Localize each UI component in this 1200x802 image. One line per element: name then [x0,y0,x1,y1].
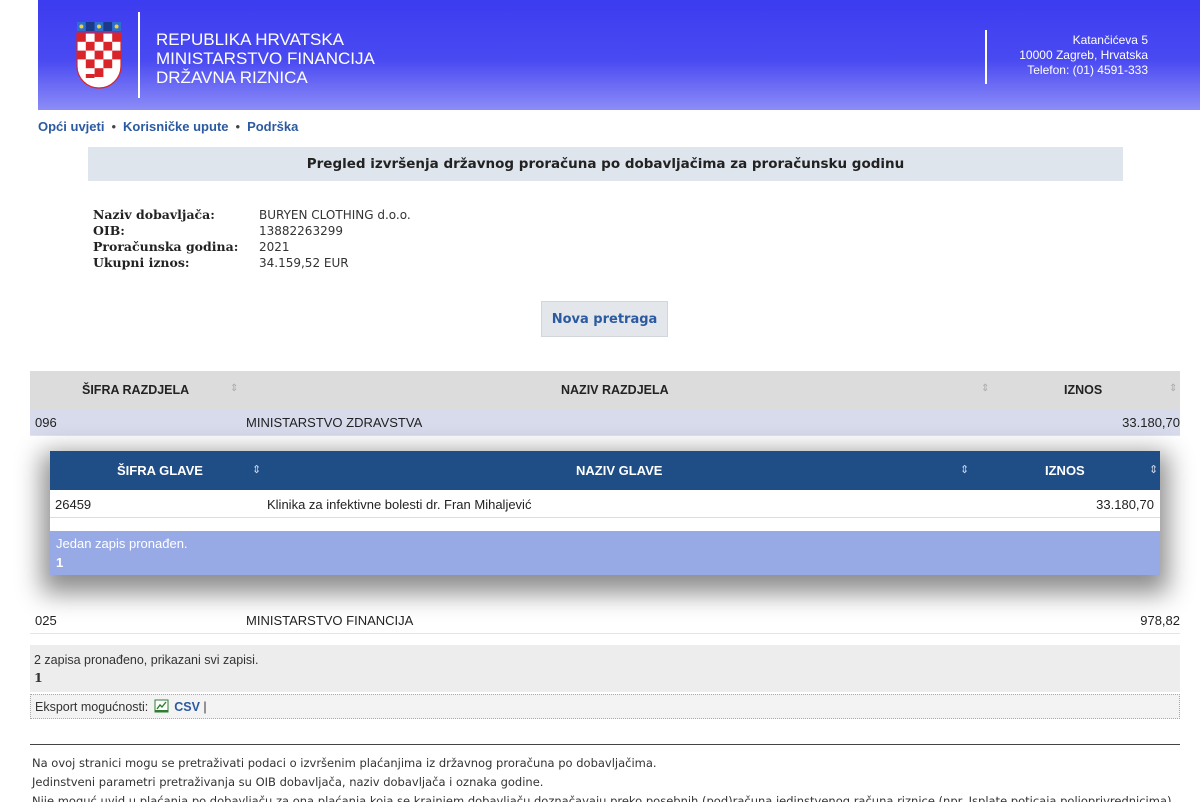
total-amount-value: 34.159,52 EUR [259,256,349,270]
nav-separator: • [235,119,241,134]
col-division-name[interactable]: NAZIV RAZDJELA [561,383,669,397]
sort-icon[interactable]: ⇕ [981,383,989,394]
top-nav: Opći uvjeti • Korisničke upute • Podrška [38,119,298,134]
footer-note-1: Na ovoj stranici mogu se pretraživati po… [32,756,657,770]
sort-icon[interactable]: ⇕ [1169,383,1177,394]
chapter-table-header: ŠIFRA GLAVE ⇕ NAZIV GLAVE ⇕ IZNOS ⇕ [50,451,1160,490]
address-block: Katančićeva 5 10000 Zagreb, Hrvatska Tel… [1019,33,1148,78]
col-division-code[interactable]: ŠIFRA RAZDJELA [82,383,189,397]
chapter-subtable: ŠIFRA GLAVE ⇕ NAZIV GLAVE ⇕ IZNOS ⇕ 2645… [50,451,1160,575]
sort-icon[interactable]: ⇕ [252,463,261,476]
division-code: 096 [35,415,57,430]
export-csv-link[interactable]: CSV [174,700,200,714]
division-table-header: ŠIFRA RAZDJELA ⇕ NAZIV RAZDJELA ⇕ IZNOS … [30,371,1180,409]
footer-note-2: Jedinstveni parametri pretraživanja su O… [32,775,544,789]
institution-line-3: DRŽAVNA RIZNICA [156,68,308,87]
chapter-table-footer: Jedan zapis pronađen. 1 [50,531,1160,575]
address-city: 10000 Zagreb, Hrvatska [1019,48,1148,62]
export-separator: | [203,700,207,714]
chapter-page-number[interactable]: 1 [56,553,1154,572]
address-street: Katančićeva 5 [1072,33,1148,47]
col-amount[interactable]: IZNOS [1064,383,1102,397]
oib-value: 13882263299 [259,224,343,238]
division-amount: 33.180,70 [1122,415,1180,430]
institution-line-2: MINISTARSTVO FINANCIJA [156,49,375,68]
division-table: ŠIFRA RAZDJELA ⇕ NAZIV RAZDJELA ⇕ IZNOS … [30,371,1180,436]
general-terms-link[interactable]: Opći uvjeti [38,119,104,134]
institution-name: REPUBLIKA HRVATSKA MINISTARSTVO FINANCIJ… [156,30,375,87]
export-bar: Eksport mogućnosti: CSV | [30,694,1180,719]
croatian-coat-of-arms-icon [76,22,122,89]
supplier-name-value: BURYEN CLOTHING d.o.o. [259,208,411,222]
chapter-name: Klinika za infektivne bolesti dr. Fran M… [267,497,532,512]
csv-file-icon[interactable] [154,699,169,713]
supplier-info: Naziv dobavljača: BURYEN CLOTHING d.o.o. … [93,207,411,271]
footer-divider [30,744,1180,745]
support-link[interactable]: Podrška [247,119,298,134]
new-search-button[interactable]: Nova pretraga [541,301,668,337]
address-phone: Telefon: (01) 4591-333 [1027,63,1148,77]
budget-year-label: Proračunska godina: [93,239,239,254]
division-name: MINISTARSTVO ZDRAVSTVA [246,415,423,430]
footer-note-3: Nije moguć uvid u plaćanja po dobavljaču… [32,794,1176,802]
col-chapter-name[interactable]: NAZIV GLAVE [576,463,662,478]
chapter-code: 26459 [55,497,92,512]
table-row[interactable]: 096 MINISTARSTVO ZDRAVSTVA 33.180,70 [30,409,1180,436]
institution-line-1: REPUBLIKA HRVATSKA [156,30,345,49]
budget-year-value: 2021 [259,240,290,254]
sort-icon[interactable]: ⇕ [960,463,969,476]
col-chapter-code[interactable]: ŠIFRA GLAVE [117,463,203,478]
user-guide-link[interactable]: Korisničke upute [123,119,228,134]
table-row[interactable]: 26459 Klinika za infektivne bolesti dr. … [50,490,1160,518]
record-count: 2 zapisa pronađeno, prikazani svi zapisi… [34,653,259,667]
page-number[interactable]: 1 [34,669,1176,687]
export-label: Eksport mogućnosti: [35,700,149,714]
division-amount: 978,82 [1140,613,1180,628]
col-chapter-amount[interactable]: IZNOS [1045,463,1085,478]
division-code: 025 [35,613,57,628]
division-name: MINISTARSTVO FINANCIJA [246,613,414,628]
table-row[interactable]: 025 MINISTARSTVO FINANCIJA 978,82 [30,607,1180,634]
site-header: REPUBLIKA HRVATSKA MINISTARSTVO FINANCIJ… [38,0,1200,110]
division-table-footer: 2 zapisa pronađeno, prikazani svi zapisi… [30,645,1180,692]
address-divider [985,30,987,84]
nav-separator: • [111,119,117,134]
header-divider [138,12,140,98]
chapter-count: Jedan zapis pronađen. [56,536,188,551]
footer-notes: Na ovoj stranici mogu se pretraživati po… [32,754,1175,802]
chapter-amount: 33.180,70 [1096,497,1154,512]
sort-icon[interactable]: ⇕ [1149,463,1158,476]
oib-label: OIB: [93,223,125,238]
supplier-name-label: Naziv dobavljača: [93,207,215,222]
sort-icon[interactable]: ⇕ [230,383,238,394]
total-amount-label: Ukupni iznos: [93,255,190,270]
page-title: Pregled izvršenja državnog proračuna po … [88,147,1123,181]
